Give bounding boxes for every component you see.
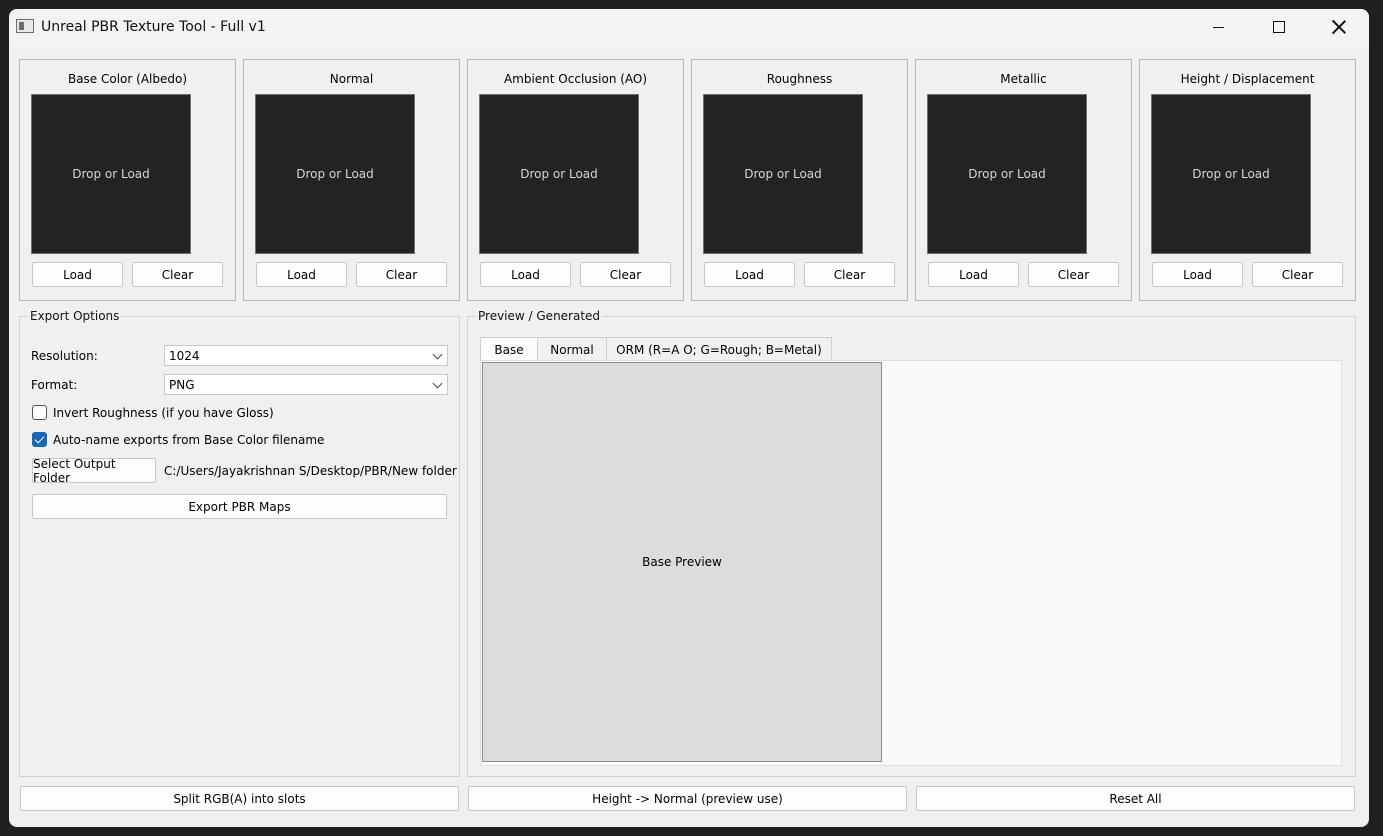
invert-roughness-label: Invert Roughness (if you have Gloss) [53,406,274,420]
slot-base-color: Base Color (Albedo) Drop or Load Load Cl… [19,59,236,301]
clear-button[interactable]: Clear [1252,262,1343,287]
minimize-button[interactable] [1195,9,1241,45]
load-button[interactable]: Load [480,262,571,287]
format-value: PNG [169,377,195,392]
app-window: Unreal PBR Texture Tool - Full v1 Base C… [9,9,1369,827]
clear-button[interactable]: Clear [804,262,895,287]
format-label: Format: [31,378,78,392]
auto-name-checkbox[interactable] [32,432,47,447]
export-options-group: Export Options Resolution: 1024 Format: … [19,309,460,777]
slot-roughness: Roughness Drop or Load Load Clear [691,59,908,301]
clear-button[interactable]: Clear [356,262,447,287]
slot-title: Base Color (Albedo) [67,72,188,86]
close-button[interactable] [1316,9,1362,45]
title-bar[interactable]: Unreal PBR Texture Tool - Full v1 [9,9,1369,47]
maximize-button[interactable] [1256,9,1302,45]
app-icon [16,19,34,33]
clear-button[interactable]: Clear [580,262,671,287]
preview-group: Preview / Generated Base Normal ORM (R=A… [467,309,1356,777]
drop-area[interactable]: Drop or Load [479,94,639,254]
clear-button[interactable]: Clear [132,262,223,287]
reset-all-button[interactable]: Reset All [916,786,1355,811]
slot-normal: Normal Drop or Load Load Clear [243,59,460,301]
preview-panel: Base Preview [480,360,1342,766]
close-icon [1332,20,1346,34]
chevron-down-icon [432,349,443,360]
slot-height-displacement: Height / Displacement Drop or Load Load … [1139,59,1356,301]
tab-base[interactable]: Base [480,337,538,362]
window-title: Unreal PBR Texture Tool - Full v1 [41,19,266,35]
group-title: Export Options [28,309,122,323]
drop-area[interactable]: Drop or Load [255,94,415,254]
resolution-select[interactable]: 1024 [164,345,448,366]
export-pbr-maps-button[interactable]: Export PBR Maps [32,494,447,519]
slot-title: Height / Displacement [1180,72,1315,86]
slot-ambient-occlusion: Ambient Occlusion (AO) Drop or Load Load… [467,59,684,301]
load-button[interactable]: Load [704,262,795,287]
load-button[interactable]: Load [928,262,1019,287]
invert-roughness-checkbox[interactable] [32,405,47,420]
maximize-icon [1273,21,1285,33]
auto-name-label: Auto-name exports from Base Color filena… [53,433,325,447]
load-button[interactable]: Load [1152,262,1243,287]
slot-title: Metallic [1000,72,1047,86]
tab-normal[interactable]: Normal [537,337,607,361]
drop-area[interactable]: Drop or Load [31,94,191,254]
resolution-label: Resolution: [31,349,98,363]
group-title: Preview / Generated [476,309,603,323]
slot-title: Roughness [766,72,833,86]
resolution-value: 1024 [169,348,200,363]
split-rgba-button[interactable]: Split RGB(A) into slots [20,786,459,811]
drop-area[interactable]: Drop or Load [1151,94,1311,254]
select-output-folder-button[interactable]: Select Output Folder [32,457,156,485]
slot-metallic: Metallic Drop or Load Load Clear [915,59,1132,301]
drop-area[interactable]: Drop or Load [703,94,863,254]
load-button[interactable]: Load [32,262,123,287]
load-button[interactable]: Load [256,262,347,287]
base-preview: Base Preview [482,362,882,762]
tab-orm[interactable]: ORM (R=A O; G=Rough; B=Metal) [606,337,832,361]
output-folder-path: C:/Users/Jayakrishnan S/Desktop/PBR/New … [164,464,457,478]
drop-area[interactable]: Drop or Load [927,94,1087,254]
format-select[interactable]: PNG [164,374,448,395]
chevron-down-icon [432,378,443,389]
slot-title: Ambient Occlusion (AO) [503,72,648,86]
height-to-normal-button[interactable]: Height -> Normal (preview use) [468,786,907,811]
minimize-icon [1212,26,1224,28]
clear-button[interactable]: Clear [1028,262,1119,287]
slot-title: Normal [329,72,374,86]
